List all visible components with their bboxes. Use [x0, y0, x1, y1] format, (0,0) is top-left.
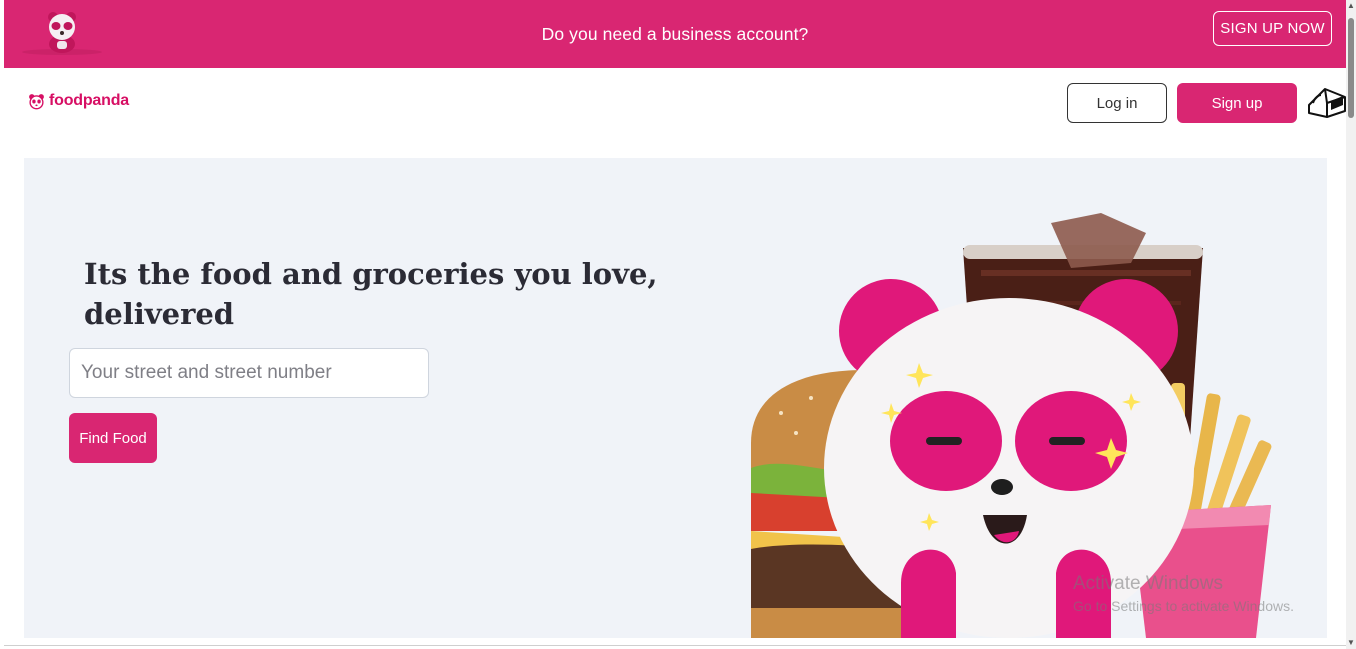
sign-up-now-button[interactable]: SIGN UP NOW — [1213, 11, 1332, 46]
business-banner: Do you need a business account? SIGN UP … — [4, 0, 1346, 68]
address-input[interactable] — [69, 348, 429, 398]
scroll-up-icon[interactable]: ▲ — [1347, 2, 1355, 10]
panda-mascot-icon — [22, 12, 102, 55]
logo[interactable]: foodpanda — [28, 92, 129, 110]
vertical-scrollbar[interactable]: ▲ ▼ — [1346, 0, 1356, 649]
signup-button[interactable]: Sign up — [1177, 83, 1297, 123]
site-header: foodpanda Log in Sign up — [4, 68, 1346, 158]
banner-text: Do you need a business account? — [541, 23, 809, 44]
activate-windows-watermark: Activate Windows Go to Settings to activ… — [1073, 573, 1294, 614]
shopping-bag-icon[interactable] — [1305, 83, 1349, 121]
page-bottom-edge — [4, 645, 1346, 646]
panda-logo-icon — [29, 93, 44, 109]
find-food-button[interactable]: Find Food — [69, 413, 157, 463]
hero-section: Its the food and groceries you love, del… — [24, 158, 1327, 638]
scrollbar-thumb[interactable] — [1348, 18, 1354, 118]
watermark-subtitle: Go to Settings to activate Windows. — [1073, 598, 1294, 614]
logo-text: foodpanda — [49, 92, 129, 109]
watermark-title: Activate Windows — [1073, 573, 1223, 594]
page: Do you need a business account? SIGN UP … — [0, 0, 1356, 649]
hero-headline: Its the food and groceries you love, del… — [84, 257, 658, 331]
login-button[interactable]: Log in — [1067, 83, 1167, 123]
scroll-down-icon[interactable]: ▼ — [1347, 639, 1355, 647]
